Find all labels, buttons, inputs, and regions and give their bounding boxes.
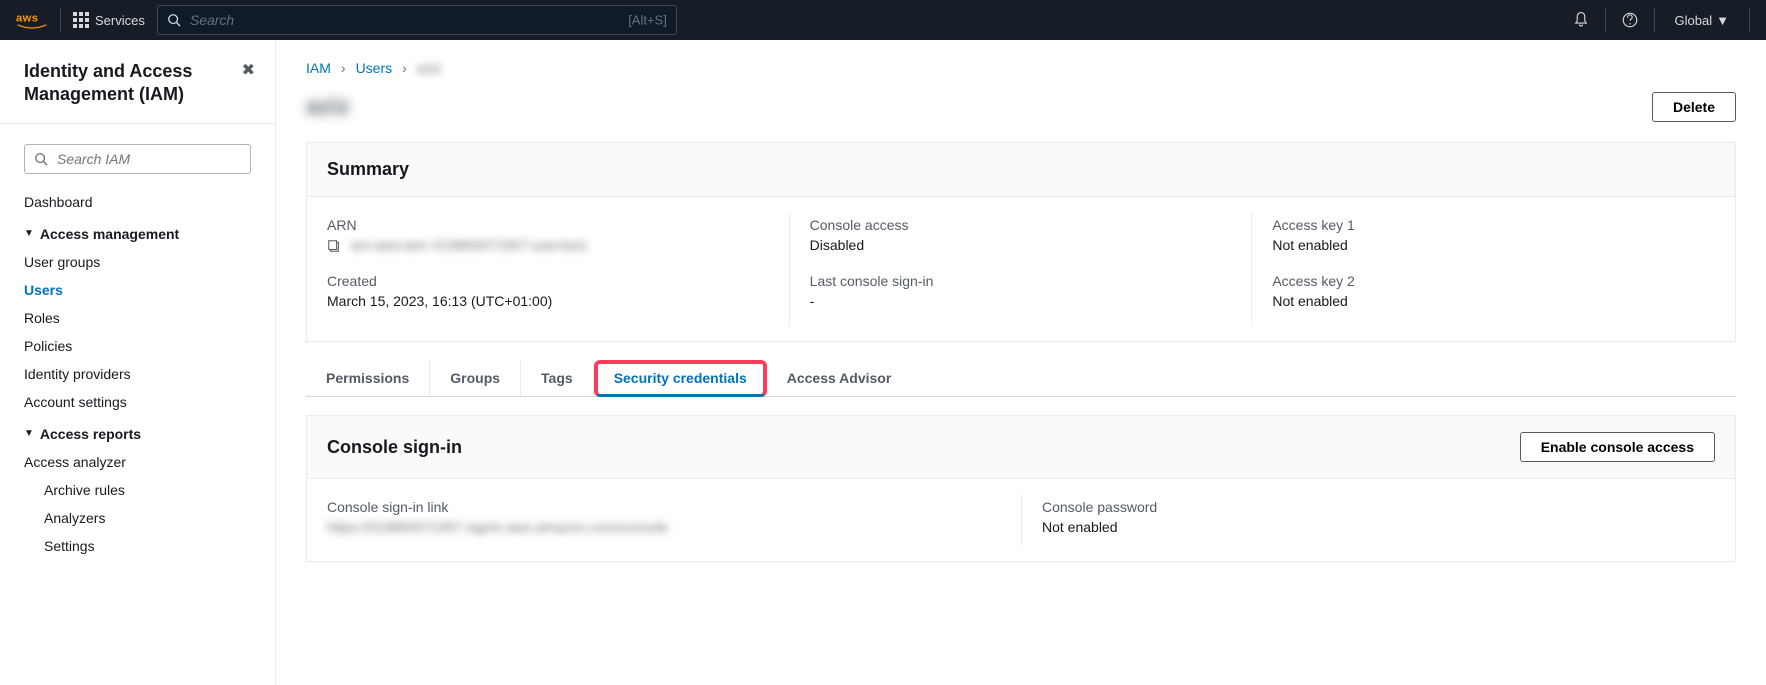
grid-icon — [73, 12, 89, 28]
last-signin-value: - — [810, 293, 1232, 309]
enable-console-access-button[interactable]: Enable console access — [1520, 432, 1715, 462]
console-signin-title: Console sign-in — [327, 437, 462, 458]
access-key1-label: Access key 1 — [1272, 217, 1695, 233]
page-title: aziz — [306, 93, 350, 121]
arn-value-row: arn:aws:iam::019850071957:user/aziz — [327, 237, 769, 253]
region-selector[interactable]: Global ▼ — [1667, 13, 1737, 28]
sidebar-dashboard[interactable]: Dashboard — [24, 188, 251, 216]
svg-text:aws: aws — [16, 13, 38, 25]
sidebar: ✖ Identity and Access Management (IAM) D… — [0, 40, 276, 685]
divider — [1654, 8, 1655, 32]
top-navigation: aws Services [Alt+S] Global ▼ — [0, 0, 1766, 40]
access-key2-label: Access key 2 — [1272, 273, 1695, 289]
topnav-right: Global ▼ — [1569, 8, 1750, 32]
tab-security-credentials[interactable]: Security credentials — [594, 360, 767, 397]
caret-down-icon: ▼ — [1716, 13, 1729, 28]
aws-logo[interactable]: aws — [16, 10, 48, 30]
breadcrumb: IAM › Users › aziz — [306, 60, 1736, 76]
created-label: Created — [327, 273, 769, 289]
search-icon — [167, 13, 181, 27]
delete-button[interactable]: Delete — [1652, 92, 1736, 122]
help-icon[interactable] — [1618, 8, 1642, 32]
breadcrumb-iam[interactable]: IAM — [306, 60, 331, 76]
search-shortcut-label: [Alt+S] — [628, 13, 667, 28]
region-label: Global — [1675, 13, 1713, 28]
console-signin-panel: Console sign-in Enable console access Co… — [306, 415, 1736, 562]
breadcrumb-users[interactable]: Users — [356, 60, 393, 76]
sidebar-item-settings[interactable]: Settings — [44, 532, 251, 560]
arn-value: arn:aws:iam::019850071957:user/aziz — [351, 237, 588, 253]
sidebar-section-access-reports[interactable]: ▼ Access reports — [24, 416, 251, 448]
search-icon — [34, 152, 48, 166]
caret-down-icon: ▼ — [24, 228, 34, 239]
last-signin-label: Last console sign-in — [810, 273, 1232, 289]
divider — [0, 123, 275, 124]
tab-permissions[interactable]: Permissions — [306, 360, 430, 396]
services-button[interactable]: Services — [73, 12, 145, 28]
sidebar-item-policies[interactable]: Policies — [24, 332, 251, 360]
sidebar-item-archive-rules[interactable]: Archive rules — [44, 476, 251, 504]
summary-panel: Summary ARN arn:aws:iam::019850071957:us… — [306, 142, 1736, 342]
signin-link-label: Console sign-in link — [327, 499, 1001, 515]
arn-label: ARN — [327, 217, 769, 233]
services-label: Services — [95, 13, 145, 28]
console-password-label: Console password — [1042, 499, 1695, 515]
close-sidebar-icon[interactable]: ✖ — [242, 60, 255, 80]
chevron-right-icon: › — [341, 60, 346, 76]
signin-link-value: https://019850071957.signin.aws.amazon.c… — [327, 519, 1001, 535]
sidebar-item-users[interactable]: Users — [24, 276, 251, 304]
divider — [1605, 8, 1606, 32]
sidebar-section-access-management[interactable]: ▼ Access management — [24, 216, 251, 248]
breadcrumb-current: aziz — [417, 60, 442, 76]
copy-icon[interactable] — [327, 239, 341, 253]
access-key1-value: Not enabled — [1272, 237, 1695, 253]
console-access-value: Disabled — [810, 237, 1232, 253]
divider — [60, 8, 61, 32]
section-label: Access management — [40, 226, 179, 242]
console-password-value: Not enabled — [1042, 519, 1695, 535]
sidebar-item-roles[interactable]: Roles — [24, 304, 251, 332]
sidebar-title: Identity and Access Management (IAM) — [24, 60, 251, 107]
tab-access-advisor[interactable]: Access Advisor — [767, 360, 912, 396]
chevron-right-icon: › — [402, 60, 407, 76]
search-container: [Alt+S] — [157, 5, 677, 35]
main-content: IAM › Users › aziz aziz Delete Summary A… — [276, 40, 1766, 685]
divider — [1749, 8, 1750, 32]
created-value: March 15, 2023, 16:13 (UTC+01:00) — [327, 293, 769, 309]
sidebar-item-identity-providers[interactable]: Identity providers — [24, 360, 251, 388]
console-access-label: Console access — [810, 217, 1232, 233]
sidebar-item-user-groups[interactable]: User groups — [24, 248, 251, 276]
tab-groups[interactable]: Groups — [430, 360, 521, 396]
global-search-input[interactable] — [157, 5, 677, 35]
caret-down-icon: ▼ — [24, 428, 34, 439]
sidebar-item-access-analyzer[interactable]: Access analyzer — [24, 448, 251, 476]
sidebar-item-account-settings[interactable]: Account settings — [24, 388, 251, 416]
notifications-icon[interactable] — [1569, 8, 1593, 32]
sidebar-item-analyzers[interactable]: Analyzers — [44, 504, 251, 532]
summary-title: Summary — [327, 159, 409, 180]
tab-tags[interactable]: Tags — [521, 360, 594, 396]
access-key2-value: Not enabled — [1272, 293, 1695, 309]
section-label: Access reports — [40, 426, 141, 442]
tabs: Permissions Groups Tags Security credent… — [306, 360, 1736, 397]
sidebar-search-input[interactable] — [24, 144, 251, 174]
